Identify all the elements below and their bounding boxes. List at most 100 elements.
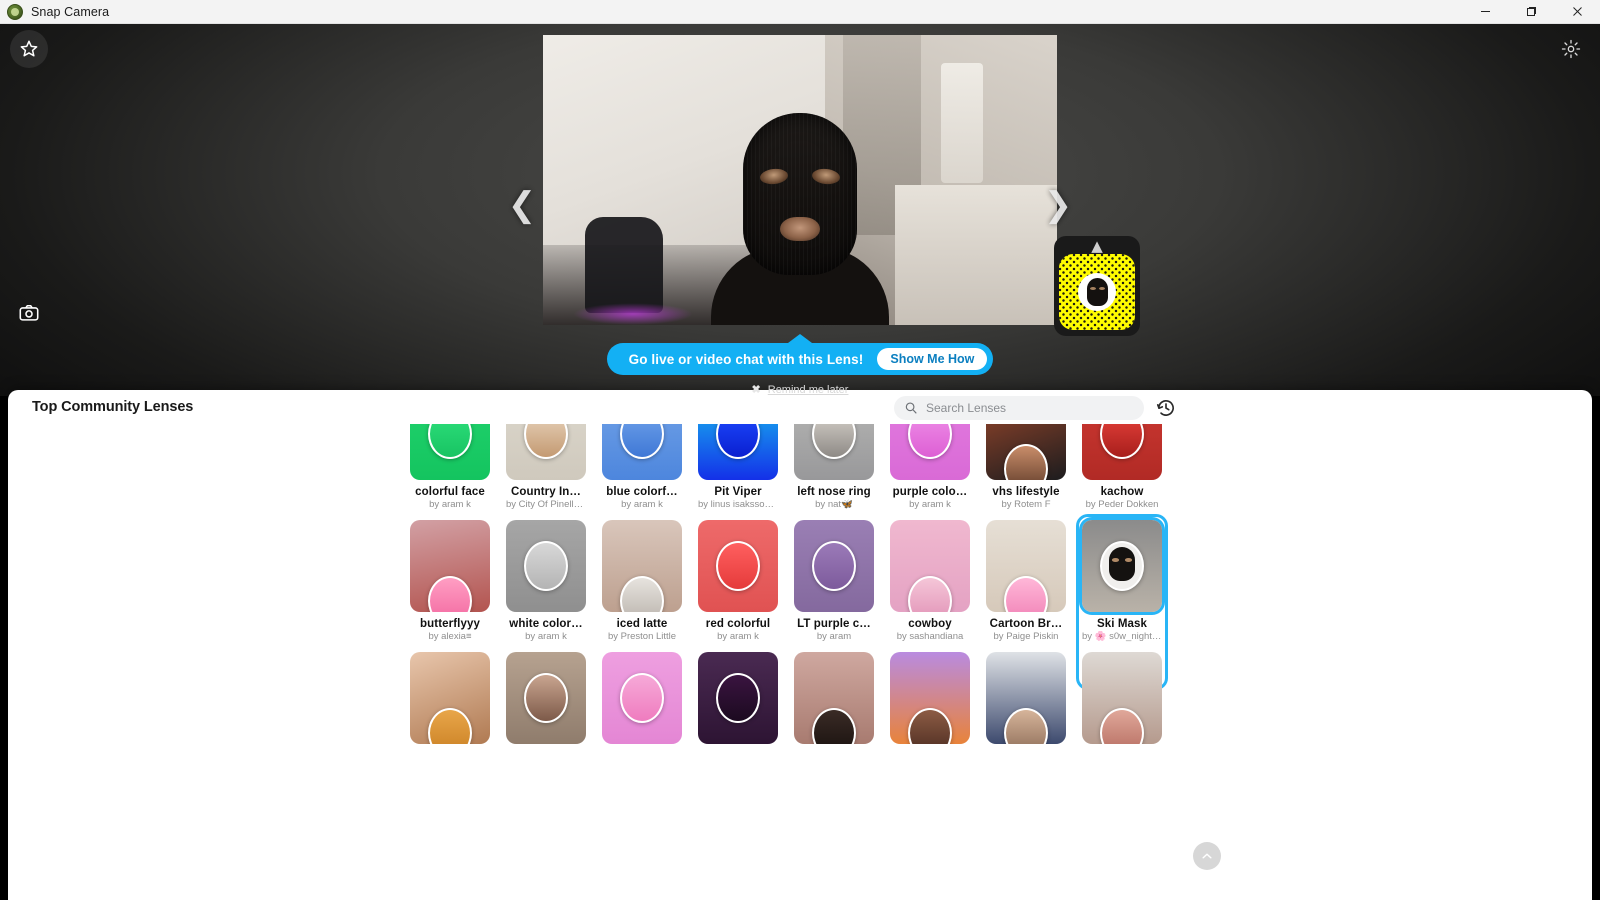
lens-thumbnail[interactable] — [506, 424, 586, 480]
lens-drawer: Top Community Lenses colorful faceby ara… — [8, 390, 1592, 900]
lens-author: by Preston Little — [607, 631, 677, 642]
lens-author: by City Of Pinella… — [506, 499, 586, 510]
lens-title: LT purple c… — [797, 618, 871, 630]
lens-thumbnail[interactable] — [506, 520, 586, 612]
search-lenses-box[interactable] — [894, 396, 1144, 420]
lens-tile[interactable]: Cartoon Br… by Paige Piskin — [986, 520, 1066, 642]
lens-title: kachow — [1100, 486, 1144, 498]
lens-thumbnail[interactable] — [602, 652, 682, 744]
lens-preview-badge — [716, 424, 760, 459]
maximize-button[interactable] — [1508, 0, 1554, 24]
lens-thumbnail[interactable] — [410, 520, 490, 612]
lens-tile-selected[interactable]: Ski Mask by 🌸 s0w_night ◉ — [1076, 514, 1168, 690]
lens-title: cowboy — [908, 618, 952, 630]
lens-thumbnail[interactable] — [698, 520, 778, 612]
lens-title: vhs lifestyle — [992, 486, 1060, 498]
capture-button[interactable] — [10, 294, 48, 332]
lens-author: by Paige Piskin — [993, 631, 1059, 642]
show-me-how-button[interactable]: Show Me How — [877, 348, 988, 370]
next-lens-button[interactable]: ❯ — [1038, 179, 1078, 231]
lens-preview-badge — [524, 673, 568, 723]
lens-tile[interactable]: purple colo… by aram k — [890, 424, 970, 510]
lens-tile[interactable]: blue colorf… by aram k — [602, 424, 682, 510]
lens-tile[interactable] — [602, 652, 682, 744]
favorite-button[interactable] — [10, 30, 48, 68]
remind-me-later-button[interactable]: ✖ Remind me later — [751, 383, 849, 397]
lens-preview-badge — [620, 673, 664, 723]
lens-thumbnail[interactable] — [602, 424, 682, 480]
lens-preview-badge — [428, 424, 472, 459]
lens-thumbnail[interactable] — [410, 424, 490, 480]
chevron-up-icon[interactable]: ▲ — [1091, 239, 1103, 254]
lens-thumbnail[interactable] — [1082, 424, 1162, 480]
lens-promo-banner: Go live or video chat with this Lens! Sh… — [0, 334, 1600, 398]
banner-body: Go live or video chat with this Lens! Sh… — [606, 343, 994, 375]
lens-tile[interactable]: Country In… by City Of Pinella… — [506, 424, 586, 510]
lens-tile[interactable]: left nose ring by nat🦋 — [794, 424, 874, 510]
lens-tile[interactable]: vhs lifestyle by Rotem F — [986, 424, 1066, 510]
lens-tile[interactable] — [410, 652, 490, 744]
lens-tile[interactable]: iced latte by Preston Little — [602, 520, 682, 642]
lens-thumbnail[interactable] — [602, 520, 682, 612]
lens-title: colorful face — [415, 486, 485, 498]
banner-message: Go live or video chat with this Lens! — [628, 351, 864, 367]
lens-tile[interactable] — [1082, 652, 1162, 744]
minimize-button[interactable] — [1462, 0, 1508, 24]
lens-thumbnail[interactable] — [890, 652, 970, 744]
lens-preview-badge — [1100, 708, 1144, 744]
lens-thumbnail[interactable] — [794, 652, 874, 744]
lens-author: by aram k — [429, 499, 471, 510]
lens-author: by aram k — [525, 631, 567, 642]
lens-title: left nose ring — [797, 486, 871, 498]
lens-preview-badge — [428, 576, 472, 612]
lens-tile[interactable]: red colorful by aram k — [698, 520, 778, 642]
lens-grid-scroll[interactable]: colorful face by aram k Country In… by City… — [8, 424, 1592, 900]
lens-thumbnail[interactable] — [986, 424, 1066, 480]
lens-thumbnail[interactable] — [986, 652, 1066, 744]
settings-button[interactable] — [1552, 30, 1590, 68]
lens-preview-badge — [908, 708, 952, 744]
lens-tile[interactable] — [890, 652, 970, 744]
lens-thumbnail[interactable] — [698, 652, 778, 744]
lens-tile[interactable]: colorful face by aram k — [410, 424, 490, 510]
close-x-icon: ✖ — [751, 384, 761, 396]
lens-tile[interactable] — [506, 652, 586, 744]
snap-camera-window: Snap Camera ❮ ❯ ▲ Go live or video chat … — [0, 0, 1600, 900]
lens-preview-badge — [1100, 424, 1144, 459]
search-input[interactable] — [926, 401, 1126, 415]
lens-thumbnail[interactable] — [506, 652, 586, 744]
lens-thumbnail[interactable] — [890, 424, 970, 480]
lens-tile[interactable]: kachow by Peder Dokken — [1082, 424, 1162, 510]
lens-thumbnail[interactable] — [1082, 520, 1162, 612]
lens-preview-badge — [524, 424, 568, 459]
subject-mouth — [780, 217, 820, 241]
window-title: Snap Camera — [31, 4, 110, 19]
lens-thumbnail[interactable] — [986, 520, 1066, 612]
lens-preview-badge — [908, 424, 952, 459]
preview-led-glow — [573, 303, 693, 325]
previous-lens-button[interactable]: ❮ — [502, 179, 542, 231]
lens-tile[interactable]: cowboy by sashandiana — [890, 520, 970, 642]
lens-title: Country In… — [510, 486, 582, 498]
lens-thumbnail[interactable] — [698, 424, 778, 480]
lens-tile[interactable] — [986, 652, 1066, 744]
lens-tile[interactable] — [698, 652, 778, 744]
lens-thumbnail[interactable] — [1082, 652, 1162, 744]
lens-thumbnail[interactable] — [410, 652, 490, 744]
snapcode-panel[interactable]: ▲ — [1054, 236, 1140, 336]
snapcode-image[interactable] — [1059, 254, 1135, 330]
scroll-to-top-button[interactable] — [1193, 842, 1221, 870]
lens-tile[interactable]: Pit Viper by linus isaksson 🏂 — [698, 424, 778, 510]
lens-preview-badge — [812, 541, 856, 591]
lens-title: blue colorf… — [606, 486, 678, 498]
close-button[interactable] — [1554, 0, 1600, 24]
lens-tile[interactable]: butterflyyy by alexia≡ — [410, 520, 490, 642]
lens-history-button[interactable] — [1155, 397, 1177, 419]
lens-tile[interactable] — [794, 652, 874, 744]
lens-author: by Peder Dokken — [1085, 499, 1159, 510]
lens-tile[interactable]: LT purple c… by aram — [794, 520, 874, 642]
lens-thumbnail[interactable] — [890, 520, 970, 612]
lens-thumbnail[interactable] — [794, 424, 874, 480]
lens-thumbnail[interactable] — [794, 520, 874, 612]
lens-tile[interactable]: white color… by aram k — [506, 520, 586, 642]
